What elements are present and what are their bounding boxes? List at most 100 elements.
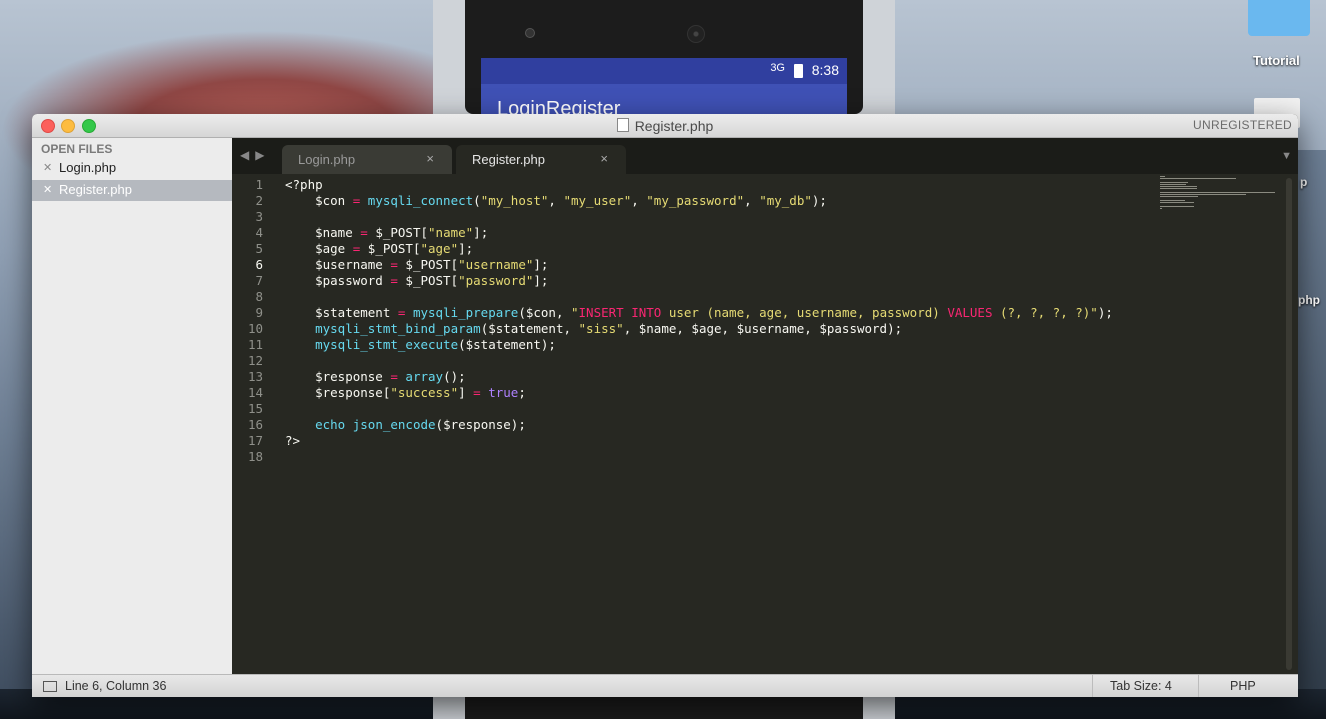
code-token: $username [285, 257, 391, 272]
code-editor[interactable]: <?php $con = mysqli_connect("my_host", "… [285, 174, 1155, 674]
desktop-file-label-2[interactable]: php [1298, 293, 1320, 307]
code-token: ($statement, [480, 321, 579, 336]
code-token: = [390, 273, 398, 288]
minimap[interactable] [1160, 176, 1280, 216]
code-line[interactable]: mysqli_stmt_bind_param($statement, "siss… [285, 321, 902, 336]
android-emulator-window[interactable]: 3G 8:38 LoginRegister [433, 0, 895, 114]
code-token: ($response); [435, 417, 526, 432]
tab-label: Login.php [298, 152, 356, 167]
tab-menu-chevron-down-icon[interactable]: ▼ [1281, 150, 1292, 162]
unregistered-label: UNREGISTERED [1193, 118, 1292, 132]
code-line[interactable]: <?php [285, 177, 323, 192]
status-divider [1198, 675, 1199, 697]
code-line[interactable]: $name = $_POST["name"]; [285, 225, 488, 240]
code-token: "age" [420, 241, 459, 256]
code-token: " [571, 305, 579, 320]
desktop-folder-label[interactable]: Tutorial [1253, 53, 1300, 68]
emulator-status-bar: 3G 8:38 [481, 58, 847, 84]
sublime-text-window: Register.php UNREGISTERED OPEN FILES ✕ L… [32, 114, 1298, 697]
status-divider [1092, 675, 1093, 697]
code-token: ($statement); [458, 337, 556, 352]
code-token: $_POST[ [367, 225, 429, 240]
tab-size-selector[interactable]: Tab Size: 4 [1110, 679, 1172, 693]
code-token: mysqli_connect [367, 193, 474, 208]
code-token: json_encode [352, 417, 436, 432]
title-bar[interactable]: Register.php UNREGISTERED [32, 114, 1298, 138]
camera-icon [525, 28, 535, 38]
code-token: mysqli_prepare [412, 305, 519, 320]
code-token: <?php [285, 177, 323, 192]
minimap-line [1160, 178, 1236, 179]
minimap-line [1160, 208, 1163, 209]
code-line[interactable]: ?> [285, 433, 300, 448]
code-token: $_POST[ [397, 257, 459, 272]
code-line[interactable]: $response["success"] = true; [285, 385, 526, 400]
code-token: ( [473, 193, 481, 208]
sidebar: OPEN FILES ✕ Login.php ✕ Register.php [32, 138, 233, 674]
tab-login-php[interactable]: Login.php × [282, 145, 452, 174]
code-token: , [744, 193, 760, 208]
code-token: mysqli_stmt_bind_param [315, 321, 481, 336]
minimap-line [1160, 186, 1197, 187]
line-number: 9 [255, 305, 263, 320]
code-token: ?> [285, 433, 301, 448]
code-line[interactable]: $password = $_POST["password"]; [285, 273, 548, 288]
syntax-selector[interactable]: PHP [1230, 679, 1256, 693]
code-token: "my_user" [563, 193, 632, 208]
line-number: 5 [255, 241, 263, 256]
minimap-line [1160, 196, 1198, 197]
close-file-icon[interactable]: ✕ [43, 161, 52, 174]
code-token: (?, ?, ?, ?)" [992, 305, 1098, 320]
code-token: "my_db" [759, 193, 812, 208]
code-line[interactable]: $con = mysqli_connect("my_host", "my_use… [285, 193, 827, 208]
code-token: INSERT INTO [578, 305, 662, 320]
code-token: $name [285, 225, 361, 240]
code-token: array [405, 369, 444, 384]
desktop-file-label[interactable]: p [1300, 175, 1307, 189]
sidebar-item-login-php[interactable]: ✕ Login.php [32, 158, 232, 179]
window-title: Register.php [32, 118, 1298, 134]
code-token: $con [285, 193, 353, 208]
sidebar-item-label: Register.php [59, 182, 132, 197]
minimap-line [1160, 200, 1186, 201]
minimap-line [1160, 176, 1166, 177]
folder-icon[interactable] [1248, 0, 1310, 36]
sidebar-item-label: Login.php [59, 160, 117, 175]
code-line[interactable]: $age = $_POST["age"]; [285, 241, 473, 256]
close-tab-icon[interactable]: × [600, 151, 608, 166]
code-token: = [390, 257, 398, 272]
line-number: 6 [255, 257, 263, 272]
code-token: $password [285, 273, 391, 288]
sidebar-item-register-php[interactable]: ✕ Register.php [32, 180, 232, 201]
code-token: "name" [428, 225, 474, 240]
close-file-icon[interactable]: ✕ [43, 183, 52, 196]
code-line[interactable]: $response = array(); [285, 369, 466, 384]
code-line[interactable]: $username = $_POST["username"]; [285, 257, 548, 272]
code-token: , $name, $age, $username, $password); [623, 321, 903, 336]
code-token: "my_host" [480, 193, 549, 208]
minimap-line [1160, 184, 1187, 185]
minimap-line [1160, 182, 1189, 183]
code-line[interactable]: echo json_encode($response); [285, 417, 526, 432]
line-number: 7 [255, 273, 263, 288]
code-token: user (name, age, username, password) [661, 305, 948, 320]
tab-nav-arrows-icon[interactable]: ◀▶ [240, 148, 270, 162]
tab-register-php[interactable]: Register.php × [456, 145, 626, 174]
window-title-text: Register.php [634, 118, 714, 134]
code-line[interactable]: mysqli_stmt_execute($statement); [285, 337, 556, 352]
code-line[interactable]: $statement = mysqli_prepare($con, "INSER… [285, 305, 1113, 320]
line-number: 17 [247, 433, 263, 448]
code-token: $statement [285, 305, 398, 320]
status-bar: Line 6, Column 36 Tab Size: 4 PHP [32, 674, 1298, 697]
code-token: true [488, 385, 519, 400]
code-token: "password" [458, 273, 534, 288]
panel-toggle-icon[interactable] [43, 681, 57, 692]
emulator-bottom [433, 697, 895, 719]
minimap-line [1160, 192, 1275, 193]
code-token: = [390, 369, 398, 384]
close-tab-icon[interactable]: × [426, 151, 434, 166]
vertical-scrollbar[interactable] [1286, 178, 1292, 670]
